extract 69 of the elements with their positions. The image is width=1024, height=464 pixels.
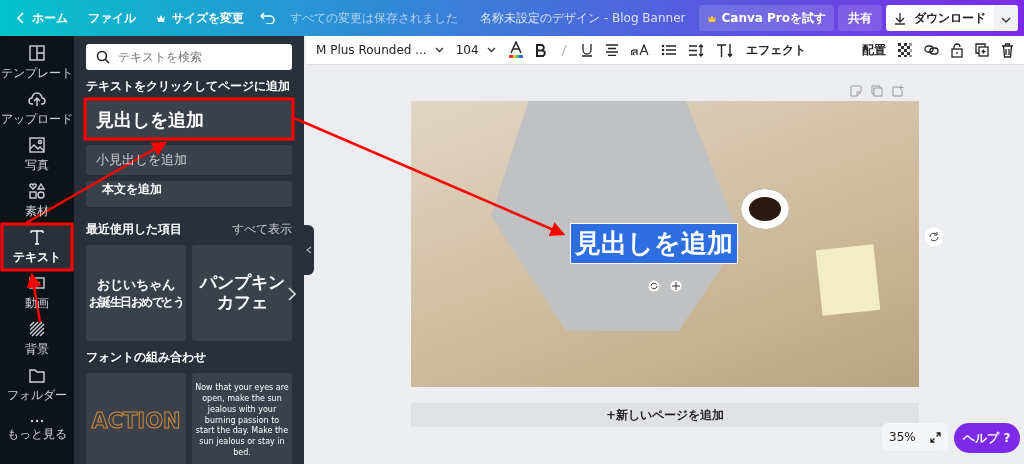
upload-icon (28, 90, 46, 108)
rail-item[interactable]: もっと見る (0, 408, 74, 454)
rail-item[interactable]: アップロード (0, 86, 74, 132)
rail-item[interactable]: 写真 (0, 132, 74, 178)
text-icon (28, 228, 46, 246)
coffee-cup-drawing (741, 189, 789, 229)
see-all-link[interactable]: すべて表示 (232, 221, 292, 238)
rail-item[interactable]: 背景 (0, 316, 74, 362)
zoom-control[interactable]: 35% (882, 423, 948, 451)
folder-icon (28, 366, 46, 384)
bold-icon[interactable] (535, 43, 547, 57)
design-title: 名称未設定のデザイン - Blog Banner (480, 9, 686, 27)
share-button[interactable]: 共有 (838, 5, 882, 31)
rail-item[interactable]: フォルダー (0, 362, 74, 408)
add-heading-button[interactable]: 見出しを追加 (86, 101, 292, 139)
crown-icon (156, 13, 166, 23)
crown-icon (707, 13, 718, 23)
letter-case-icon[interactable] (630, 44, 649, 56)
font-size-dropdown[interactable]: 104 (455, 43, 496, 57)
spacing-icon[interactable] (687, 43, 704, 57)
position-button[interactable]: 配置 (862, 41, 886, 59)
underline-icon[interactable] (580, 43, 593, 57)
video-icon (28, 274, 46, 292)
transparency-icon[interactable] (898, 43, 912, 57)
save-status: すべての変更は保存されました (290, 9, 459, 27)
undo-icon[interactable] (260, 12, 276, 24)
template-icon (28, 44, 46, 62)
text-color-icon[interactable] (507, 41, 524, 59)
trash-icon[interactable] (1001, 42, 1014, 58)
font-combo-card[interactable]: Now that your eyes are open, make the sun jealous with your burning passion to start the day. Make the sun jealous or stay in bed. (192, 373, 292, 464)
add-page-button[interactable]: +新しいページを追加 (411, 403, 919, 427)
text-size-icon[interactable] (715, 42, 734, 58)
help-button[interactable]: ヘルプ ? (954, 423, 1020, 453)
rail-item[interactable]: テキスト (0, 224, 74, 270)
chevron-left-icon (306, 246, 312, 254)
align-center-icon[interactable] (604, 44, 619, 56)
section-title: フォントの組み合わせ (86, 349, 206, 366)
download-options-button[interactable] (994, 5, 1018, 31)
duplicate-icon[interactable] (975, 43, 989, 57)
section-title: テキストをクリックしてページに追加 (86, 78, 291, 95)
rail-item[interactable]: テンプレート (0, 40, 74, 86)
fullscreen-icon[interactable] (929, 431, 941, 443)
shapes-icon (28, 182, 46, 200)
rotate-icon[interactable] (648, 280, 660, 292)
selected-heading-text[interactable]: 見出しを追加 (570, 223, 738, 264)
text-template-card[interactable]: おじいちゃん お誕生日おめでとう (86, 245, 186, 341)
lock-icon[interactable] (951, 42, 963, 58)
chevron-down-icon (434, 47, 444, 53)
font-dropdown[interactable]: M Plus Rounded ... (316, 43, 444, 57)
chevron-down-icon (486, 47, 496, 53)
zoom-level: 35% (889, 430, 916, 444)
chevron-down-icon (1001, 16, 1011, 23)
list-icon[interactable] (660, 44, 676, 56)
stripes-icon (28, 320, 46, 338)
photo-icon (28, 136, 46, 154)
text-template-card[interactable]: パンプキン カフェ (192, 245, 292, 341)
section-title: 最近使用した項目 (86, 221, 182, 238)
font-combo-card[interactable]: ACTION (86, 373, 186, 464)
download-icon (894, 11, 906, 25)
refresh-icon[interactable] (924, 227, 944, 247)
add-body-text-button[interactable]: 本文を追加 (86, 181, 292, 207)
effects-button[interactable]: エフェクト (745, 41, 806, 59)
move-icon[interactable] (670, 280, 682, 292)
more-icon (28, 419, 46, 423)
search-field[interactable]: テキストを検索 (86, 44, 292, 70)
collapse-handle[interactable] (304, 225, 314, 275)
link-icon[interactable] (924, 45, 939, 55)
back-chevron-icon (16, 12, 26, 24)
try-pro-button[interactable]: Canva Proを試す (699, 5, 834, 31)
